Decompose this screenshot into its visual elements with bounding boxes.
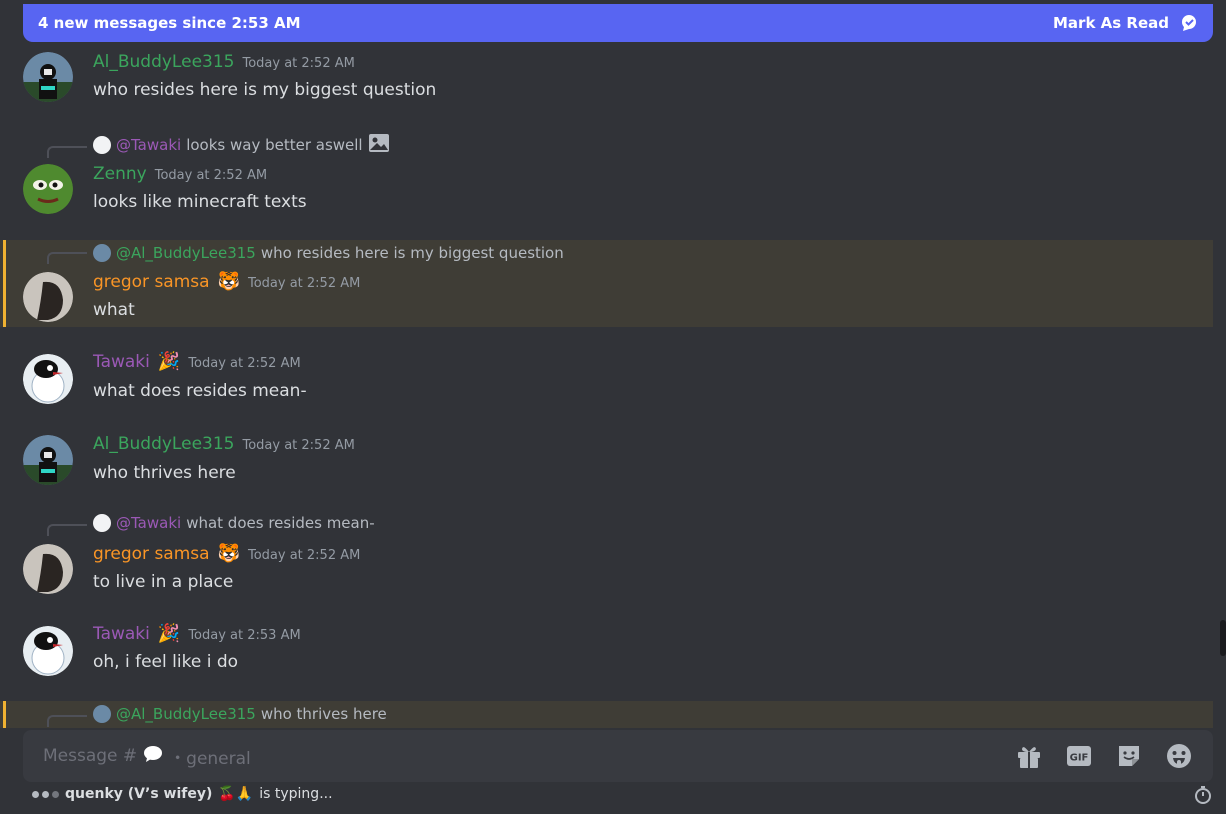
author-name[interactable]: gregor samsa — [93, 272, 210, 292]
message-input[interactable]: Message # ・general — [43, 744, 251, 769]
timestamp: Today at 2:52 AM — [154, 168, 268, 183]
sticker-icon[interactable] — [1115, 742, 1143, 770]
message-text: who thrives here — [93, 463, 236, 483]
timestamp: Today at 2:52 AM — [242, 56, 355, 71]
author-name[interactable]: Tawaki — [93, 352, 150, 372]
reply-spine — [47, 715, 87, 727]
image-icon — [368, 133, 390, 157]
avatar[interactable] — [23, 52, 73, 102]
typing-indicator: quenky (V’s wifey) 🍒🙏 is typing... — [32, 786, 333, 802]
reply-mention[interactable]: @Al_BuddyLee315 — [116, 244, 256, 262]
reply-spine — [47, 146, 87, 158]
timestamp: Today at 2:52 AM — [242, 438, 355, 453]
typing-suffix: is typing... — [259, 786, 333, 802]
message-text: looks like minecraft texts — [93, 192, 307, 212]
reply-spine — [47, 524, 87, 536]
reply-preview[interactable]: @Tawaki what does resides mean- — [93, 514, 375, 532]
timestamp: Today at 2:52 AM — [188, 356, 301, 371]
typing-user: quenky (V’s wifey) — [65, 786, 213, 802]
reply-text: who thrives here — [260, 705, 387, 723]
reply-avatar — [93, 136, 111, 154]
author-name[interactable]: Zenny — [93, 164, 147, 184]
reply-text: who resides here is my biggest question — [260, 244, 564, 262]
party-popper-icon: 🎉 — [157, 623, 181, 644]
mark-read-icon[interactable] — [1179, 13, 1199, 33]
tiger-icon: 🐯 — [217, 543, 240, 564]
message-item: Tawaki 🎉 Today at 2:53 AM oh, i feel lik… — [0, 616, 1213, 688]
placeholder-prefix: Message # — [43, 746, 138, 766]
message-text: oh, i feel like i do — [93, 652, 239, 672]
reply-preview[interactable]: @Tawaki looks way better aswell — [93, 133, 390, 157]
message-item: Tawaki 🎉 Today at 2:52 AM what does resi… — [0, 344, 1213, 416]
message-item-mention: @Al_BuddyLee315 who thrives here — [0, 701, 1213, 728]
message-text: what does resides mean- — [93, 381, 307, 401]
avatar[interactable] — [23, 435, 73, 485]
timestamp: Today at 2:53 AM — [188, 628, 301, 643]
svg-text:GIF: GIF — [1070, 753, 1089, 764]
new-messages-bar[interactable]: 4 new messages since 2:53 AM Mark As Rea… — [23, 4, 1213, 42]
reply-text: what does resides mean- — [186, 514, 375, 532]
mark-as-read-label[interactable]: Mark As Read — [1053, 14, 1169, 32]
party-popper-icon: 🎉 — [157, 351, 181, 372]
gift-icon[interactable] — [1015, 742, 1043, 770]
reply-avatar — [93, 705, 111, 723]
slowmode-timer-icon — [1194, 786, 1212, 804]
typing-emoji: 🍒🙏 — [218, 786, 254, 802]
reply-preview[interactable]: @Al_BuddyLee315 who resides here is my b… — [93, 244, 564, 262]
message-text: to live in a place — [93, 572, 234, 592]
author-name[interactable]: Al_BuddyLee315 — [93, 434, 234, 454]
message-item: @Tawaki looks way better aswell Zenny To… — [0, 128, 1213, 224]
timestamp: Today at 2:52 AM — [247, 548, 361, 563]
typing-dots-icon — [32, 790, 59, 798]
message-list: Al_BuddyLee315 Today at 2:52 AM who resi… — [0, 0, 1226, 728]
timestamp: Today at 2:52 AM — [247, 276, 361, 291]
reply-mention[interactable]: @Al_BuddyLee315 — [116, 705, 256, 723]
speech-bubble-icon — [143, 745, 163, 768]
reply-avatar — [93, 244, 111, 262]
avatar[interactable] — [23, 626, 73, 676]
scrollbar-thumb[interactable] — [1220, 620, 1226, 656]
message-text: what — [93, 300, 135, 320]
message-item: Al_BuddyLee315 Today at 2:52 AM who resi… — [0, 46, 1213, 116]
message-item-mention: @Al_BuddyLee315 who resides here is my b… — [0, 240, 1213, 327]
message-item: Al_BuddyLee315 Today at 2:52 AM who thri… — [0, 426, 1213, 498]
avatar[interactable] — [23, 354, 73, 404]
avatar[interactable] — [23, 544, 73, 594]
avatar[interactable] — [23, 272, 73, 322]
gif-icon[interactable]: GIF — [1065, 742, 1093, 770]
placeholder-channel: ・general — [169, 748, 251, 769]
author-name[interactable]: gregor samsa — [93, 544, 210, 564]
avatar[interactable] — [23, 164, 73, 214]
author-name[interactable]: Al_BuddyLee315 — [93, 52, 234, 72]
message-composer[interactable]: Message # ・general GIF — [23, 730, 1213, 782]
new-messages-text[interactable]: 4 new messages since 2:53 AM — [38, 14, 301, 32]
reply-mention[interactable]: @Tawaki — [116, 136, 181, 154]
reply-mention[interactable]: @Tawaki — [116, 514, 181, 532]
mark-as-read-button[interactable]: Mark As Read — [1053, 13, 1199, 33]
message-text: who resides here is my biggest question — [93, 80, 437, 100]
reply-preview[interactable]: @Al_BuddyLee315 who thrives here — [93, 705, 387, 723]
emoji-icon[interactable] — [1165, 742, 1193, 770]
reply-text: looks way better aswell — [186, 136, 363, 154]
reply-avatar — [93, 514, 111, 532]
tiger-icon: 🐯 — [217, 271, 240, 292]
message-item: @Tawaki what does resides mean- gregor s… — [0, 510, 1213, 600]
author-name[interactable]: Tawaki — [93, 624, 150, 644]
reply-spine — [47, 252, 87, 264]
